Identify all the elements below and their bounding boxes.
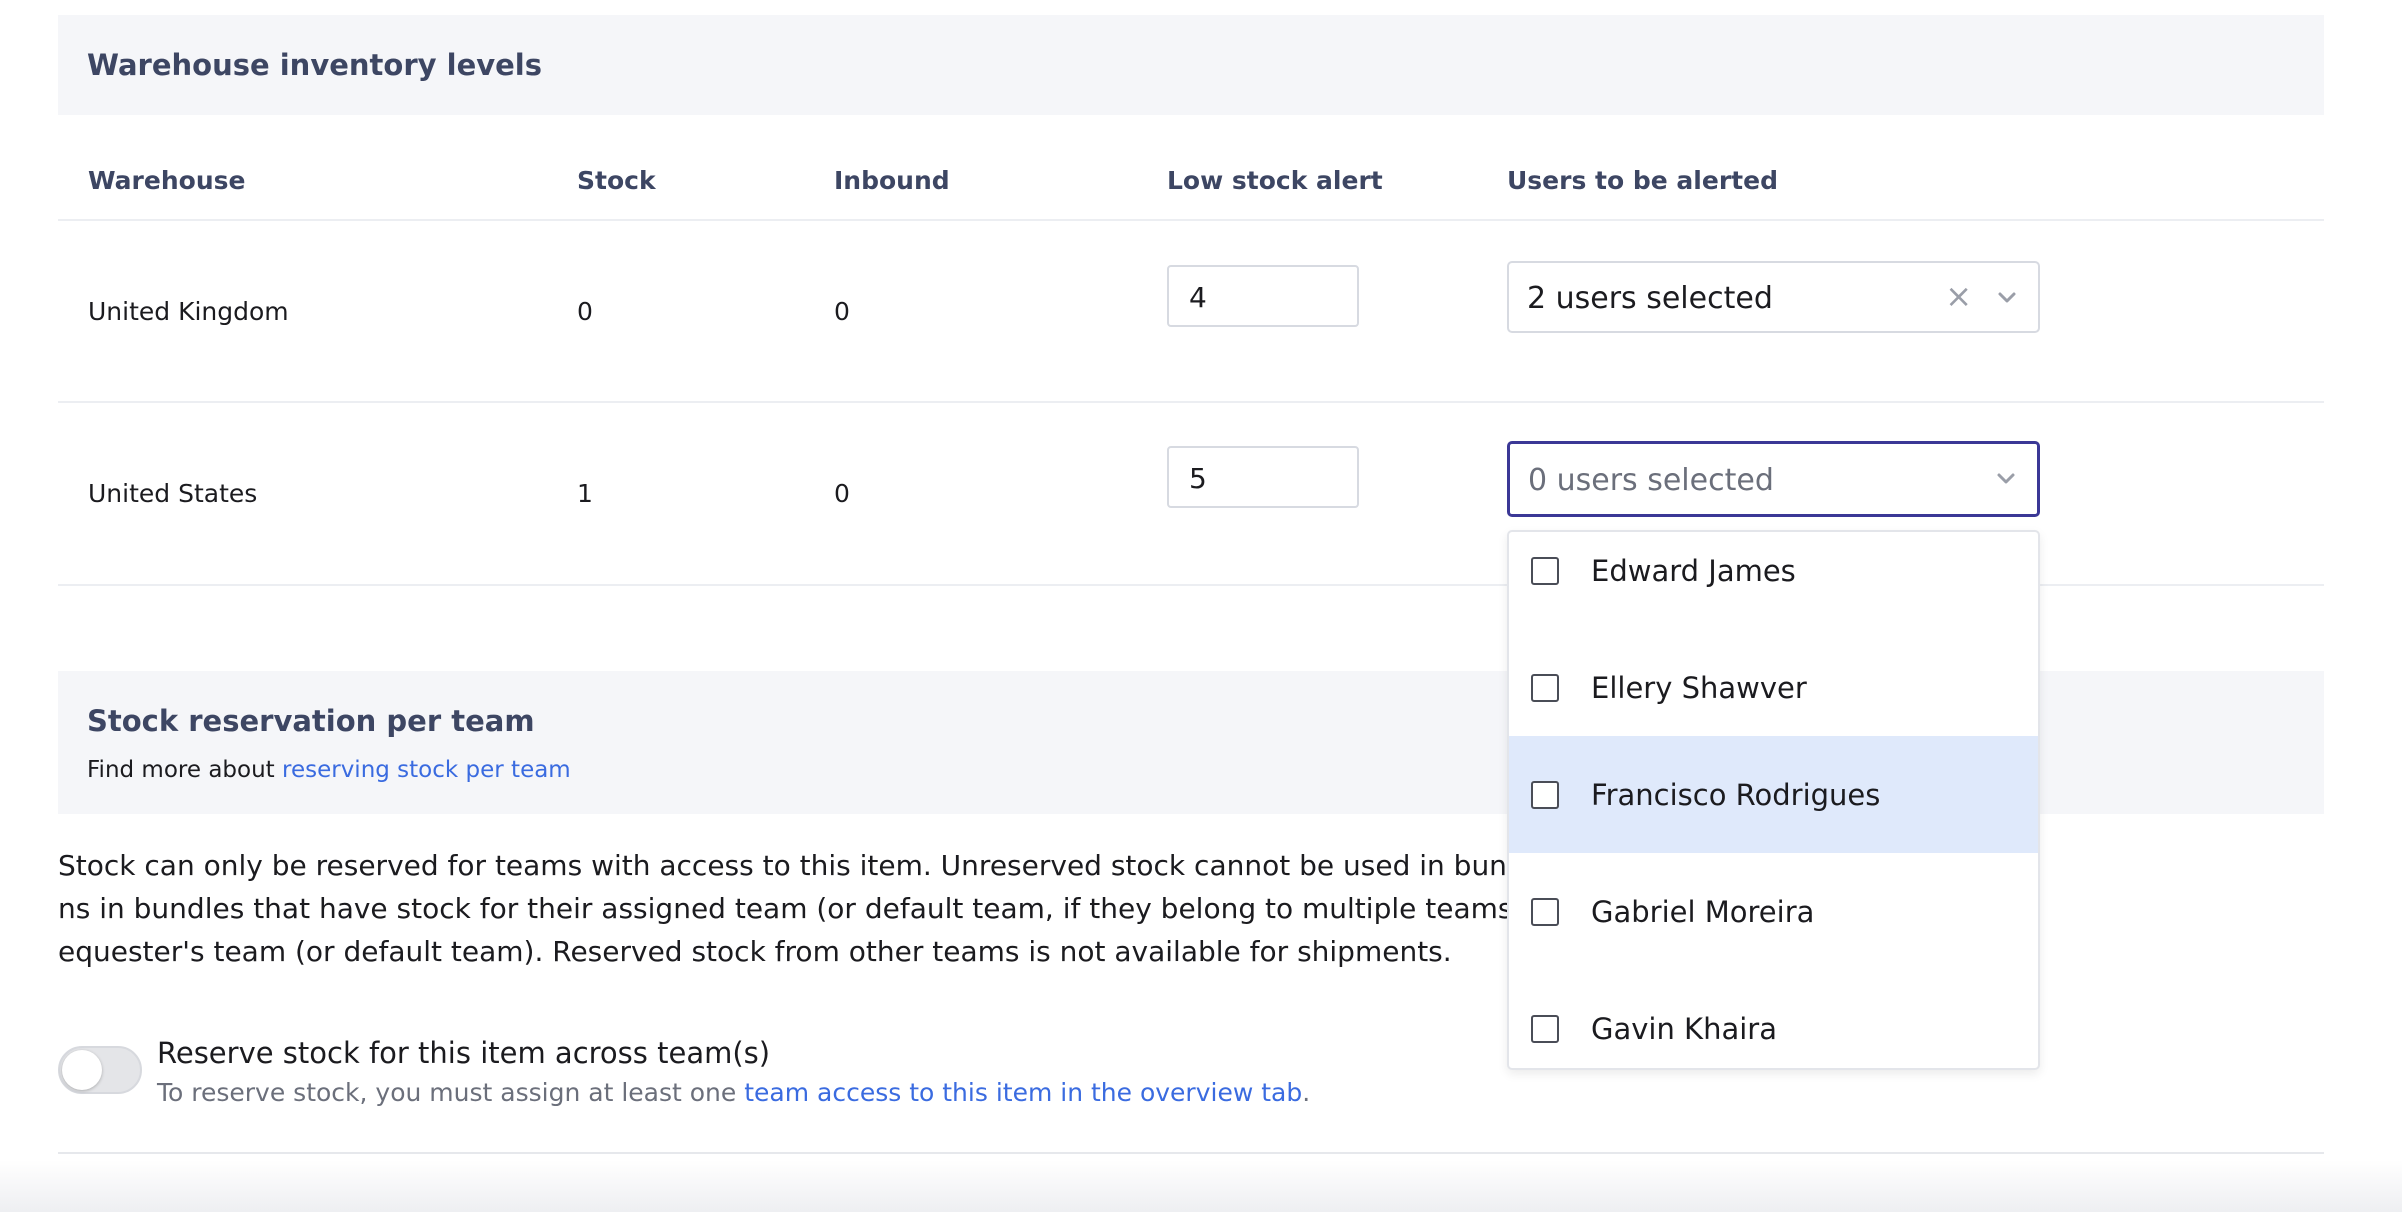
checkbox[interactable] <box>1531 897 1559 926</box>
team-access-link[interactable]: team access to this item in the overview… <box>744 1078 1302 1107</box>
chevron-down-icon[interactable] <box>1992 283 2022 313</box>
clear-icon[interactable]: × <box>1945 277 1972 315</box>
low-stock-alert-input[interactable]: 4 <box>1167 265 1359 327</box>
column-header-warehouse: Warehouse <box>88 166 246 195</box>
dropdown-option-highlighted[interactable]: Francisco Rodrigues <box>1509 736 2038 853</box>
users-alert-select-focused[interactable]: 0 users selected <box>1507 441 2040 517</box>
users-selected-value: 2 users selected <box>1527 281 1773 316</box>
option-label: Gavin Khaira <box>1591 1011 1777 1046</box>
low-stock-alert-value: 4 <box>1189 281 1207 314</box>
checkbox[interactable] <box>1531 780 1559 809</box>
users-alert-select[interactable]: 2 users selected × <box>1507 261 2040 333</box>
reserve-stock-toggle[interactable] <box>58 1046 142 1094</box>
dropdown-option[interactable]: Gavin Khaira <box>1509 970 2038 1068</box>
option-label: Edward James <box>1591 553 1796 588</box>
option-label: Francisco Rodrigues <box>1591 777 1881 812</box>
warehouse-name: United States <box>88 479 258 508</box>
users-selected-placeholder: 0 users selected <box>1528 463 1774 498</box>
table-divider <box>58 401 2324 403</box>
find-more-prefix: Find more about <box>87 757 282 783</box>
inventory-title: Warehouse inventory levels <box>87 48 543 82</box>
column-header-inbound: Inbound <box>834 166 950 195</box>
stock-value: 0 <box>577 297 593 326</box>
toggle-knob <box>62 1050 102 1090</box>
stock-value: 1 <box>577 479 593 508</box>
option-label: Gabriel Moreira <box>1591 894 1815 929</box>
inventory-section-header: Warehouse inventory levels <box>58 15 2324 115</box>
column-header-stock: Stock <box>577 166 656 195</box>
dropdown-option[interactable]: Ellery Shawver <box>1509 629 2038 746</box>
reserve-stock-help: To reserve stock, you must assign at lea… <box>157 1078 1310 1107</box>
help-suffix: . <box>1302 1078 1311 1107</box>
dropdown-option[interactable]: Gabriel Moreira <box>1509 853 2038 970</box>
option-label: Ellery Shawver <box>1591 670 1807 705</box>
chevron-down-icon[interactable] <box>1991 464 2021 494</box>
low-stock-alert-value: 5 <box>1189 462 1207 495</box>
reservation-title: Stock reservation per team <box>87 704 535 738</box>
users-dropdown-menu[interactable]: Edward James Ellery Shawver Francisco Ro… <box>1507 530 2040 1070</box>
help-prefix: To reserve stock, you must assign at lea… <box>157 1078 745 1107</box>
section-divider <box>58 1152 2324 1154</box>
inbound-value: 0 <box>834 297 850 326</box>
find-more-text: Find more about reserving stock per team <box>87 757 571 783</box>
checkbox[interactable] <box>1531 556 1559 585</box>
bottom-shadow <box>0 1160 2402 1212</box>
page: Warehouse inventory levels Warehouse Sto… <box>0 0 2402 1212</box>
column-header-users-to-alert: Users to be alerted <box>1507 166 1778 195</box>
reserving-stock-link[interactable]: reserving stock per team <box>282 757 571 783</box>
dropdown-option[interactable]: Edward James <box>1509 532 2038 629</box>
low-stock-alert-input[interactable]: 5 <box>1167 446 1359 508</box>
inbound-value: 0 <box>834 479 850 508</box>
checkbox[interactable] <box>1531 673 1559 702</box>
warehouse-name: United Kingdom <box>88 297 289 326</box>
checkbox[interactable] <box>1531 1014 1559 1043</box>
reserve-stock-label: Reserve stock for this item across team(… <box>157 1036 771 1070</box>
table-divider <box>58 219 2324 221</box>
column-header-low-stock-alert: Low stock alert <box>1167 166 1383 195</box>
